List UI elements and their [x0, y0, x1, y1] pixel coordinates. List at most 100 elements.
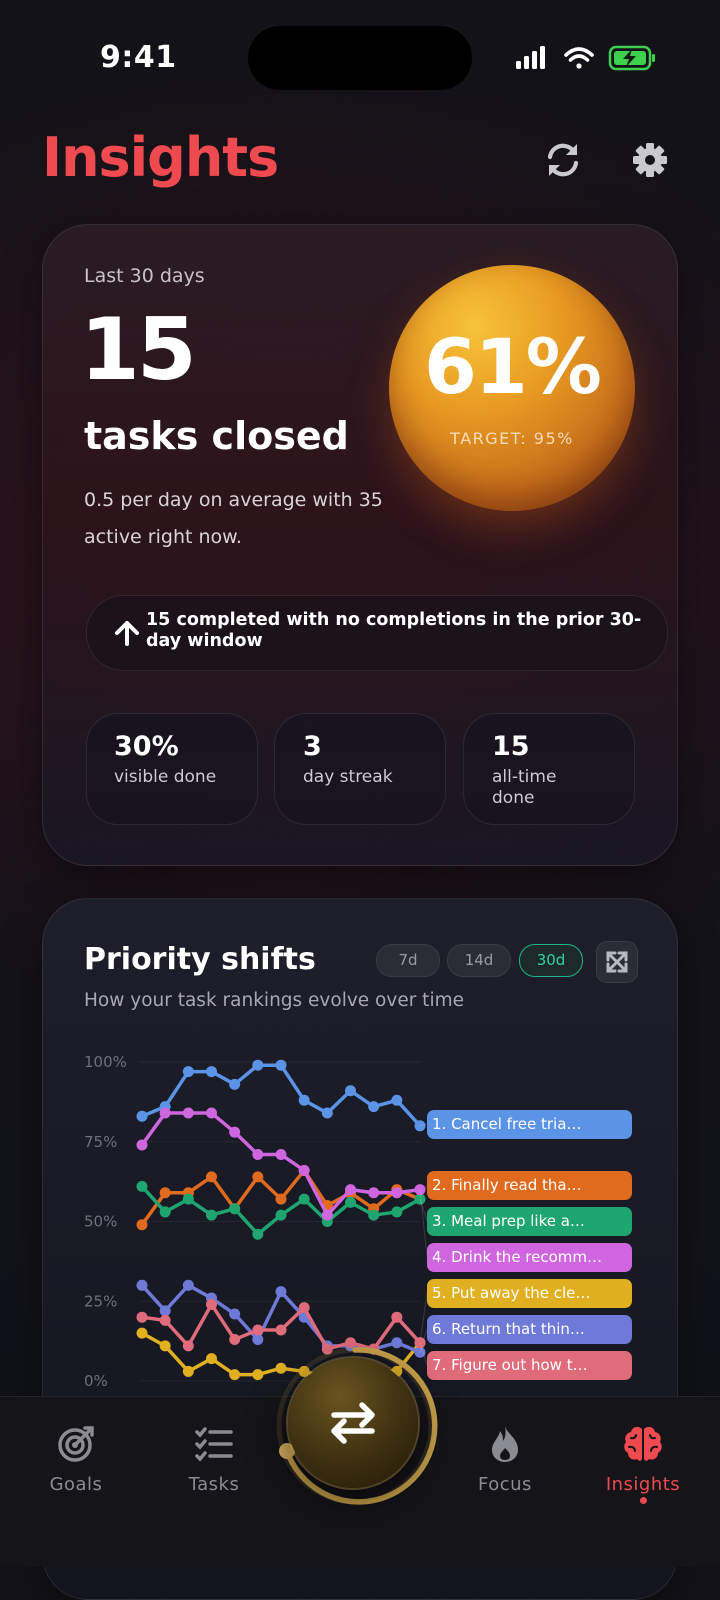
range-7d-button[interactable]: 7d [376, 944, 440, 977]
series-point [206, 1353, 217, 1365]
series-point [159, 1206, 171, 1218]
completion-target: TARGET: 95% [450, 429, 574, 448]
nav-goals[interactable]: Goals [21, 1424, 131, 1495]
series-point [275, 1193, 287, 1205]
series-point [275, 1149, 287, 1161]
series-point [136, 1219, 148, 1231]
swap-arrows-icon [331, 1402, 375, 1444]
series-point [252, 1324, 264, 1336]
series-point [252, 1334, 264, 1346]
series-point [368, 1187, 380, 1199]
checklist-icon [195, 1427, 233, 1462]
series-label-tag[interactable]: 2. Finally read tha… [427, 1171, 632, 1200]
series-point [345, 1085, 356, 1097]
active-indicator [640, 1497, 647, 1504]
wifi-icon [564, 47, 594, 69]
series-point [182, 1279, 194, 1291]
series-point [229, 1078, 241, 1090]
series-point [275, 1209, 287, 1221]
summary-description: 0.5 per day on average with 35 active ri… [84, 489, 383, 548]
series-point [275, 1324, 287, 1336]
stat-value: 30% [114, 731, 179, 762]
series-point [159, 1107, 171, 1119]
chart-title: Priority shifts [84, 942, 316, 977]
series-point [275, 1286, 287, 1298]
stat-label: all-time done [492, 767, 557, 808]
series-point [391, 1187, 403, 1199]
nav-label: Insights [605, 1474, 681, 1495]
nav-insights[interactable]: Insights [588, 1424, 698, 1495]
tasks-closed-label: tasks closed [84, 414, 349, 458]
series-point [321, 1209, 333, 1221]
series-label-tag[interactable]: 6. Return that thin… [427, 1315, 632, 1344]
series-point [368, 1101, 380, 1113]
series-point [391, 1206, 403, 1218]
stat-label: visible done [114, 767, 217, 787]
y-tick-label: 100% [84, 1053, 127, 1071]
brain-icon [624, 1426, 662, 1461]
series-label-tag[interactable]: 3. Meal prep like a… [427, 1207, 632, 1236]
series-point [298, 1302, 310, 1314]
target-icon [58, 1426, 94, 1462]
series-point [136, 1327, 148, 1339]
y-tick-label: 75% [84, 1133, 117, 1151]
series-label-tag[interactable]: 1. Cancel free tria… [427, 1110, 632, 1139]
series-point [229, 1334, 241, 1346]
refresh-icon[interactable] [543, 140, 583, 180]
chart-subtitle: How your task rankings evolve over time [84, 990, 464, 1011]
series-point [182, 1340, 194, 1352]
series-point [159, 1314, 171, 1326]
y-tick-label: 25% [84, 1292, 117, 1310]
y-tick-label: 50% [84, 1213, 117, 1231]
series-label-tag[interactable]: 5. Put away the cle… [427, 1279, 632, 1308]
series-point [136, 1180, 148, 1192]
series-point [159, 1187, 171, 1199]
series-point [136, 1311, 148, 1323]
series-label-tag[interactable]: 4. Drink the recomm… [427, 1243, 632, 1272]
status-time: 9:41 [100, 40, 177, 75]
gear-icon[interactable] [630, 140, 670, 180]
series-point [298, 1193, 310, 1205]
series-point [182, 1066, 194, 1078]
series-label-tag[interactable]: 7. Figure out how t… [427, 1351, 632, 1380]
stat-value: 3 [303, 731, 322, 762]
series-point [345, 1184, 356, 1196]
series-point [368, 1209, 380, 1221]
stat-value: 15 [492, 731, 530, 762]
series-point [321, 1107, 333, 1119]
tasks-closed-count: 15 [80, 300, 197, 400]
series-point [252, 1059, 264, 1071]
series-point [252, 1369, 264, 1381]
series-point [159, 1340, 171, 1352]
delta-text: 15 completed with no completions in the … [146, 610, 642, 651]
nav-label: Goals [49, 1474, 103, 1495]
arrow-up-icon [115, 621, 139, 646]
expand-icon[interactable] [596, 941, 638, 983]
series-point [136, 1139, 148, 1151]
range-30d-button[interactable]: 30d [519, 944, 583, 977]
y-tick-label: 0% [84, 1372, 108, 1390]
dynamic-island [248, 26, 472, 90]
series-point [252, 1149, 264, 1161]
nav-label: Focus [478, 1474, 532, 1495]
series-point [252, 1228, 264, 1240]
stat-label: day streak [303, 767, 393, 787]
status-icons [516, 45, 655, 71]
series-point [275, 1059, 287, 1071]
nav-tasks[interactable]: Tasks [159, 1424, 269, 1495]
series-point [345, 1196, 356, 1208]
flame-icon [492, 1426, 518, 1462]
series-point [298, 1164, 310, 1176]
series-point [182, 1107, 194, 1119]
period-label: Last 30 days [84, 265, 205, 287]
series-point [229, 1369, 241, 1381]
series-point [391, 1094, 403, 1106]
series-point [206, 1107, 217, 1119]
series-point [229, 1126, 241, 1138]
series-point [136, 1279, 148, 1291]
series-point [182, 1193, 194, 1205]
battery-icon [608, 45, 655, 71]
nav-focus[interactable]: Focus [450, 1424, 560, 1495]
series-point [252, 1171, 264, 1183]
range-14d-button[interactable]: 14d [447, 944, 511, 977]
